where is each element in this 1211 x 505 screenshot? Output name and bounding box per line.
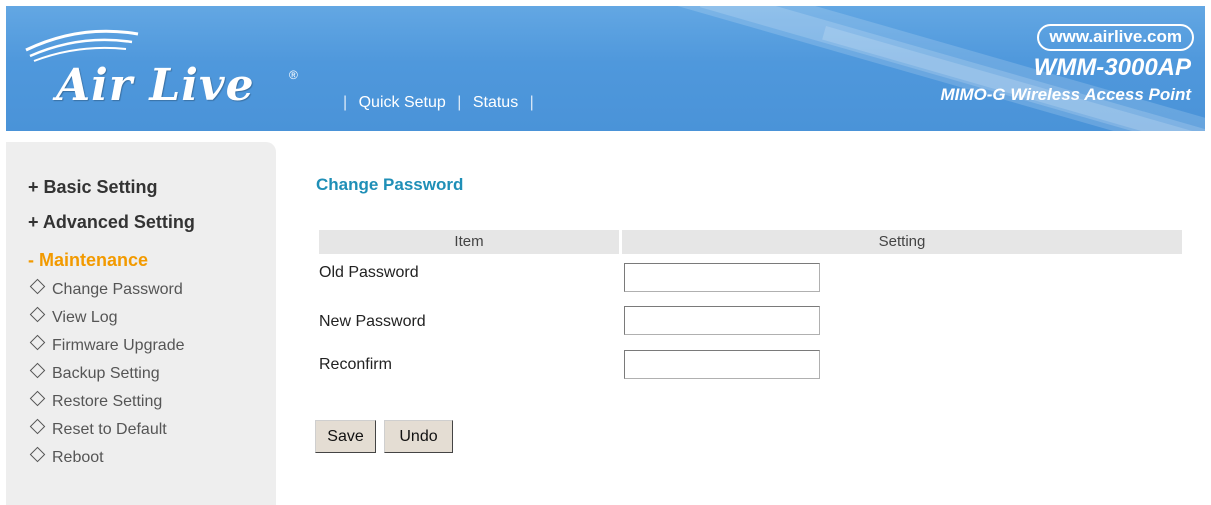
menu-maintenance[interactable]: - Maintenance [28, 250, 148, 271]
nav-link-status[interactable]: Status [473, 94, 518, 111]
sidebar-item-change-password[interactable]: Change Password [29, 278, 183, 299]
diamond-bullet-icon [29, 390, 46, 407]
sidebar-item-label: Reboot [52, 449, 104, 466]
sidebar-item-label: Backup Setting [52, 365, 160, 382]
page-title: Change Password [316, 175, 464, 194]
sidebar-item-label: Change Password [52, 281, 183, 298]
wireless-arcs-icon [25, 29, 139, 62]
sidebar-item-backup-setting[interactable]: Backup Setting [29, 362, 160, 383]
nav-link-quick-setup[interactable]: Quick Setup [359, 94, 446, 111]
diamond-bullet-icon [29, 418, 46, 435]
sidebar: + Basic Setting + Advanced Setting - Mai… [6, 142, 276, 505]
undo-button[interactable]: Undo [384, 420, 453, 453]
sidebar-item-reset-to-default[interactable]: Reset to Default [29, 418, 167, 439]
model-name: WMM-3000AP [1033, 54, 1191, 81]
old-password-label: Old Password [319, 264, 419, 281]
reconfirm-password-label: Reconfirm [319, 356, 392, 373]
old-password-input[interactable] [624, 263, 820, 292]
sidebar-item-firmware-upgrade[interactable]: Firmware Upgrade [29, 334, 185, 355]
registered-mark: ® [289, 68, 298, 82]
airlive-logo[interactable]: Air Live [20, 20, 310, 120]
table-header-setting: Setting [622, 230, 1182, 254]
sidebar-item-label: Restore Setting [52, 393, 163, 410]
diamond-bullet-icon [29, 278, 46, 295]
top-navigation: | Quick Setup | Status | [336, 94, 541, 112]
new-password-input[interactable] [624, 306, 820, 335]
sidebar-item-label: Reset to Default [52, 421, 167, 438]
diamond-bullet-icon [29, 362, 46, 379]
diamond-bullet-icon [29, 446, 46, 463]
sidebar-item-restore-setting[interactable]: Restore Setting [29, 390, 163, 411]
sidebar-item-reboot[interactable]: Reboot [29, 446, 104, 467]
nav-separator: | [457, 94, 462, 111]
diamond-bullet-icon [29, 306, 46, 323]
sidebar-item-label: Firmware Upgrade [52, 337, 185, 354]
reconfirm-password-input[interactable] [624, 350, 820, 379]
nav-separator: | [343, 94, 348, 111]
save-button[interactable]: Save [315, 420, 376, 453]
nav-separator: | [529, 94, 534, 111]
menu-advanced-setting[interactable]: + Advanced Setting [28, 212, 195, 233]
diamond-bullet-icon [29, 334, 46, 351]
page: Air Live ® | Quick Setup | Status | www.… [0, 0, 1211, 505]
new-password-label: New Password [319, 313, 426, 330]
sidebar-item-view-log[interactable]: View Log [29, 306, 118, 327]
header-banner: Air Live ® | Quick Setup | Status | www.… [6, 6, 1205, 131]
sidebar-item-label: View Log [52, 309, 118, 326]
table-header-item: Item [319, 230, 619, 254]
menu-basic-setting[interactable]: + Basic Setting [28, 177, 158, 198]
logo-text: Air Live [56, 60, 255, 111]
site-url-badge[interactable]: www.airlive.com [1037, 24, 1194, 51]
model-description: MIMO-G Wireless Access Point [940, 85, 1191, 104]
